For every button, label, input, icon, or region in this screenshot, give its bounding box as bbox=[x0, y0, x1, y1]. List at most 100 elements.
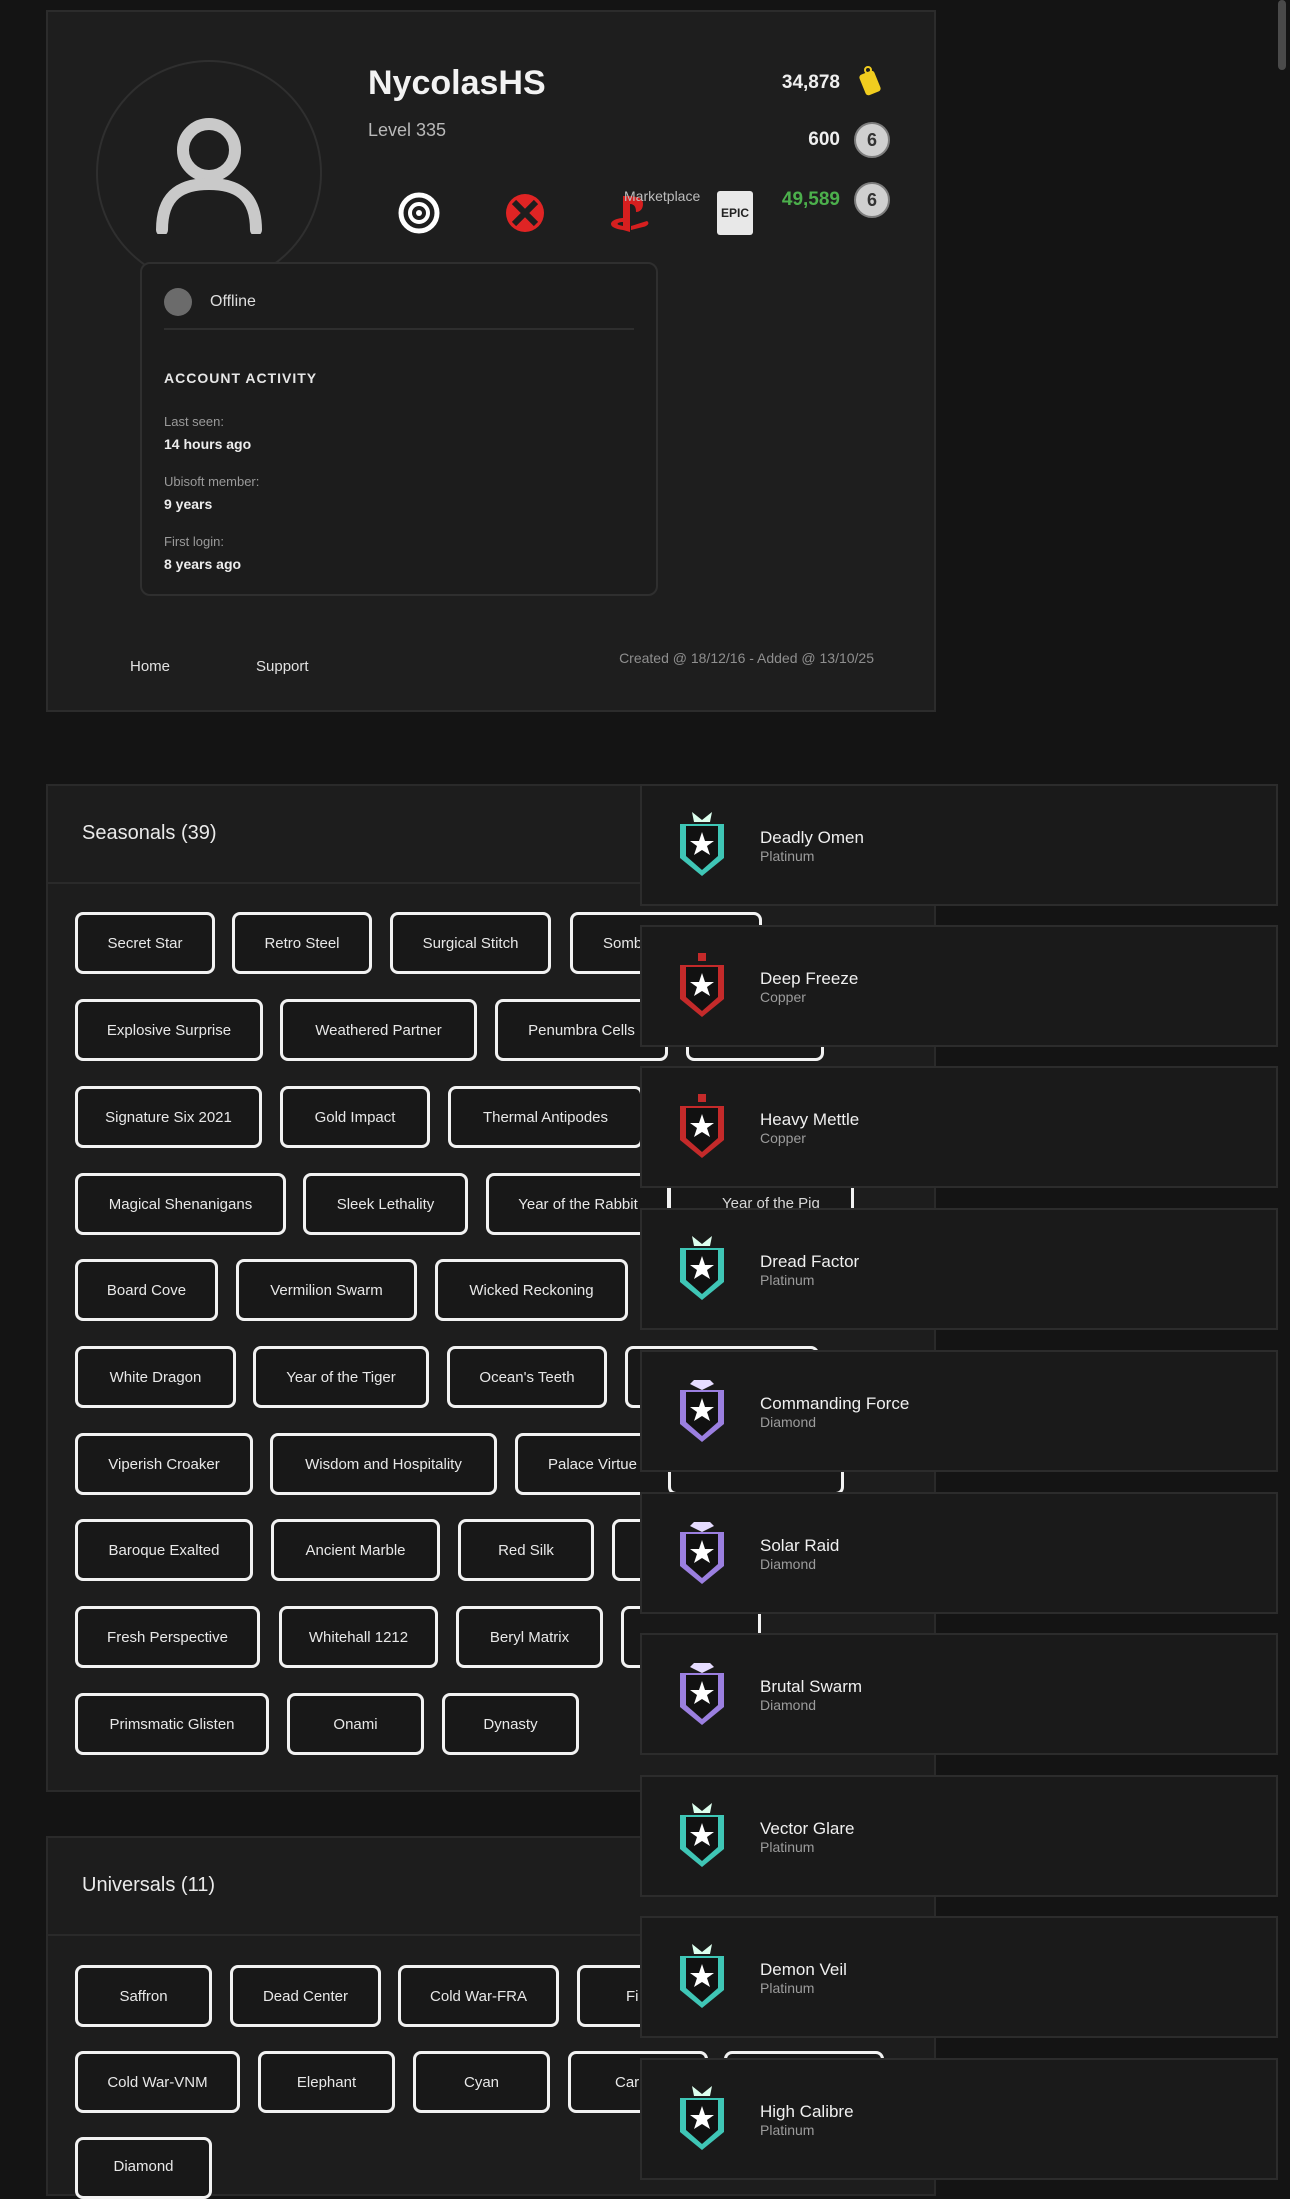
platinum-rank-icon bbox=[680, 1236, 724, 1300]
renown-stat: 34,878 bbox=[782, 62, 890, 103]
seasonal-tag[interactable]: Signature Six 2021 bbox=[75, 1086, 262, 1148]
last-seen-label: Last seen: bbox=[164, 414, 224, 429]
rank-card[interactable]: Solar Raid Diamond bbox=[640, 1492, 1278, 1614]
rank-tier: Platinum bbox=[760, 1839, 815, 1855]
seasonal-tag[interactable]: Weathered Partner bbox=[280, 999, 477, 1061]
seasonal-tag[interactable]: Primsmatic Glisten bbox=[75, 1693, 269, 1755]
rank-card[interactable]: Heavy Mettle Copper bbox=[640, 1066, 1278, 1188]
universal-tag[interactable]: Cold War-VNM bbox=[75, 2051, 240, 2113]
copper-rank-icon bbox=[680, 953, 724, 1017]
universal-tag[interactable]: Elephant bbox=[258, 2051, 395, 2113]
rank-tier: Platinum bbox=[760, 2122, 815, 2138]
seasonal-tag[interactable]: Viperish Croaker bbox=[75, 1433, 253, 1495]
rank-name: Deep Freeze bbox=[760, 969, 859, 988]
copper-rank-icon bbox=[680, 1094, 724, 1158]
ubisoft-member-label: Ubisoft member: bbox=[164, 474, 260, 489]
last-seen-value: 14 hours ago bbox=[164, 436, 252, 452]
universal-tag[interactable]: Diamond bbox=[75, 2137, 212, 2199]
avatar bbox=[96, 60, 322, 286]
rank-name: Deadly Omen bbox=[760, 828, 864, 847]
seasonal-tag[interactable]: White Dragon bbox=[75, 1346, 236, 1408]
page-scrollbar[interactable] bbox=[1278, 0, 1286, 70]
credits-value: 600 bbox=[808, 129, 840, 150]
marketplace-label[interactable]: Marketplace bbox=[624, 188, 700, 204]
diamond-rank-icon bbox=[680, 1663, 724, 1725]
rank-name: Dread Factor bbox=[760, 1252, 860, 1271]
renown-value: 34,878 bbox=[781, 71, 840, 93]
support-link[interactable]: Support bbox=[256, 658, 309, 675]
seasonal-tag[interactable]: Magical Shenanigans bbox=[75, 1173, 286, 1235]
seasonal-tag[interactable]: Board Cove bbox=[75, 1259, 218, 1321]
seasonal-tag[interactable]: Beryl Matrix bbox=[456, 1606, 603, 1668]
platinum-rank-icon bbox=[680, 1944, 724, 2008]
seasonal-tag[interactable]: Red Silk bbox=[458, 1519, 594, 1581]
seasonal-tag[interactable]: Retro Steel bbox=[232, 912, 372, 974]
universal-tag[interactable]: Dead Center bbox=[230, 1965, 381, 2027]
seasonal-tag[interactable]: Whitehall 1212 bbox=[279, 1606, 438, 1668]
r6-credit-coin-icon: 6 bbox=[854, 182, 890, 218]
rank-tier: Diamond bbox=[760, 1697, 817, 1713]
rank-card[interactable]: Vector Glare Platinum bbox=[640, 1775, 1278, 1897]
user-silhouette-icon bbox=[156, 118, 262, 234]
seasonal-tag[interactable]: Sleek Lethality bbox=[303, 1173, 468, 1235]
account-activity-panel: Offline ACCOUNT ACTIVITY Last seen: 14 h… bbox=[140, 262, 658, 596]
rank-tier: Platinum bbox=[760, 1272, 815, 1288]
seasonal-tag[interactable]: Baroque Exalted bbox=[75, 1519, 253, 1581]
home-link[interactable]: Home bbox=[130, 658, 170, 675]
first-login-value: 8 years ago bbox=[164, 556, 242, 572]
rank-tier: Diamond bbox=[760, 1414, 817, 1430]
seasonal-tag[interactable]: Explosive Surprise bbox=[75, 999, 263, 1061]
seasonal-tag[interactable]: Ocean's Teeth bbox=[447, 1346, 607, 1408]
rank-name: Brutal Swarm bbox=[760, 1677, 863, 1696]
seasonal-tag[interactable]: Dynasty bbox=[442, 1693, 579, 1755]
rank-name: High Calibre bbox=[760, 2102, 854, 2121]
seasonal-tag[interactable]: Thermal Antipodes bbox=[448, 1086, 643, 1148]
ubisoft-icon[interactable] bbox=[394, 188, 444, 238]
seasonal-tag[interactable]: Surgical Stitch bbox=[390, 912, 551, 974]
rank-card[interactable]: Brutal Swarm Diamond bbox=[640, 1633, 1278, 1755]
rank-tier: Copper bbox=[760, 1130, 806, 1146]
universal-tag[interactable]: Cold War-FRA bbox=[398, 1965, 559, 2027]
rank-card[interactable]: Demon Veil Platinum bbox=[640, 1916, 1278, 2038]
rank-name: Solar Raid bbox=[760, 1536, 840, 1555]
platinum-rank-icon bbox=[680, 2086, 724, 2150]
epic-games-icon[interactable]: EPIC bbox=[710, 188, 760, 238]
status-text: Offline bbox=[210, 293, 256, 310]
status-indicator bbox=[164, 288, 192, 316]
universal-tag[interactable]: Saffron bbox=[75, 1965, 212, 2027]
rank-tier: Platinum bbox=[760, 848, 815, 864]
rank-tier: Copper bbox=[760, 989, 806, 1005]
created-date-text: Created @ 18/12/16 - Added @ 13/10/25 bbox=[619, 650, 874, 666]
rank-card[interactable]: Deep Freeze Copper bbox=[640, 925, 1278, 1047]
divider bbox=[164, 328, 634, 330]
marketplace-credits-stat: 49,589 6 bbox=[782, 182, 890, 218]
r6-credit-coin-icon: 6 bbox=[854, 122, 890, 158]
seasonal-tag[interactable]: Onami bbox=[287, 1693, 424, 1755]
rank-card[interactable]: Deadly Omen Platinum bbox=[640, 784, 1278, 906]
seasonal-tag[interactable]: Gold Impact bbox=[280, 1086, 430, 1148]
seasonal-tag[interactable]: Secret Star bbox=[75, 912, 215, 974]
seasonal-tag[interactable]: Year of the Tiger bbox=[253, 1346, 429, 1408]
xbox-icon[interactable] bbox=[500, 188, 550, 238]
username: NycolasHS bbox=[368, 64, 546, 102]
rank-name: Vector Glare bbox=[760, 1819, 855, 1838]
marketplace-credits-value: 49,589 bbox=[781, 189, 840, 210]
player-level: Level 335 bbox=[368, 120, 447, 140]
rank-tier: Diamond bbox=[760, 1556, 817, 1572]
rank-card[interactable]: High Calibre Platinum bbox=[640, 2058, 1278, 2180]
profile-card: NycolasHS Level 335 EPIC Marketplace 34,… bbox=[46, 10, 936, 712]
rank-card[interactable]: Dread Factor Platinum bbox=[640, 1208, 1278, 1330]
rank-name: Heavy Mettle bbox=[760, 1110, 860, 1129]
universal-tag[interactable]: Cyan bbox=[413, 2051, 550, 2113]
rank-name: Demon Veil bbox=[760, 1960, 847, 1979]
platinum-rank-icon bbox=[680, 812, 724, 876]
rank-tier: Platinum bbox=[760, 1980, 815, 1996]
seasonal-tag[interactable]: Wicked Reckoning bbox=[435, 1259, 628, 1321]
seasonal-tag[interactable]: Fresh Perspective bbox=[75, 1606, 260, 1668]
rank-card[interactable]: Commanding Force Diamond bbox=[640, 1350, 1278, 1472]
seasonal-tag[interactable]: Wisdom and Hospitality bbox=[270, 1433, 497, 1495]
seasonal-tag[interactable]: Ancient Marble bbox=[271, 1519, 440, 1581]
seasonal-tag[interactable]: Vermilion Swarm bbox=[236, 1259, 417, 1321]
renown-tag-icon bbox=[854, 62, 890, 103]
rank-name: Commanding Force bbox=[760, 1394, 910, 1413]
